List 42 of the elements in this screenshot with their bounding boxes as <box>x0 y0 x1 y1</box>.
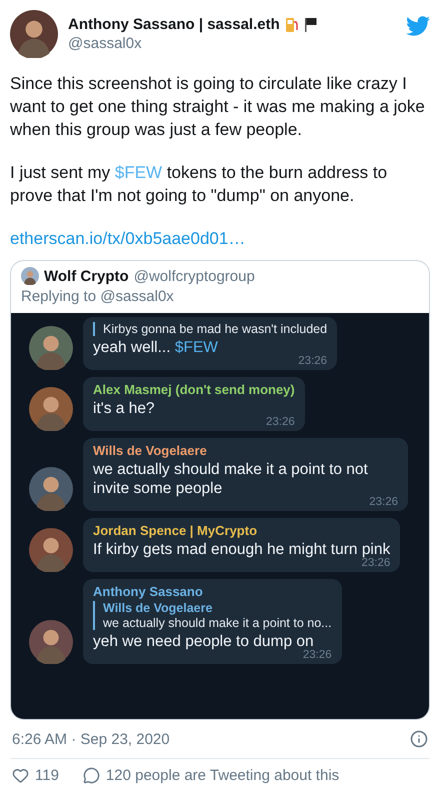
replying-to-text: Replying to @sassal0x <box>21 288 175 305</box>
tweet-link[interactable]: etherscan.io/tx/0xb5aae0d01… <box>10 229 246 248</box>
tweet-text: I just sent my $FEW tokens to the burn address to prove that I'm not going to "dump" on anyone. <box>10 162 388 207</box>
avatar <box>29 387 73 431</box>
quote-sender: Wills de Vogelaere <box>103 601 214 615</box>
twitter-bird-icon <box>406 14 430 38</box>
comment-icon[interactable] <box>82 767 100 784</box>
message-time: 23:26 <box>302 649 332 661</box>
avatar <box>10 10 58 58</box>
message-text: If kirby gets mad enough he might turn pink <box>93 540 390 558</box>
message-text: yeah well... $FEW <box>93 338 219 357</box>
flag-icon <box>304 17 317 32</box>
talking-count[interactable]: 120 people are Tweeting about this <box>106 767 340 784</box>
message-time: 23:26 <box>298 355 328 367</box>
sender-name: Wills de Vogelaere <box>93 443 208 458</box>
avatar <box>29 528 73 572</box>
avatar <box>21 267 39 285</box>
tweet-timestamp[interactable]: 6:26 AM · Sep 23, 2020 <box>12 730 170 748</box>
message-text: it's a he? <box>93 399 156 418</box>
avatar <box>29 326 73 370</box>
author-handle[interactable]: @sassal0x <box>68 35 396 52</box>
quote-text: Kirbys gonna be mad he wasn't included <box>103 322 328 336</box>
quote-text: we actually should make it a point to no... <box>103 616 332 630</box>
avatar <box>29 620 73 664</box>
tweet-text: Since this screenshot is going to circulate like crazy I want to get one thing straight - it was me making a joke when this group was just a few people. <box>10 73 426 141</box>
quoted-author-name: Wolf Crypto <box>44 268 129 284</box>
sender-name: Jordan Spence | MyCrypto <box>93 523 258 538</box>
info-icon[interactable] <box>410 730 428 748</box>
avatar <box>29 467 73 511</box>
heart-icon[interactable] <box>12 767 29 784</box>
message-text: yeh we need people to dump on <box>93 632 315 650</box>
message-time: 23:26 <box>361 557 390 569</box>
quoted-author-handle: @wolfcryptogroup <box>134 268 255 284</box>
sender-name: Anthony Sassano <box>93 584 204 599</box>
cashtag-link[interactable]: $FEW <box>174 339 218 356</box>
message-time: 23:26 <box>369 496 398 508</box>
author-name[interactable]: Anthony Sassano | sassal.eth <box>68 16 280 33</box>
sender-name: Alex Masmej (don't send money) <box>93 382 295 397</box>
message-time: 23:26 <box>266 416 295 428</box>
fuel-pump-icon <box>284 16 299 32</box>
like-count[interactable]: 119 <box>35 767 59 784</box>
message-text: we actually should make it a point to not invite some people <box>93 460 369 498</box>
